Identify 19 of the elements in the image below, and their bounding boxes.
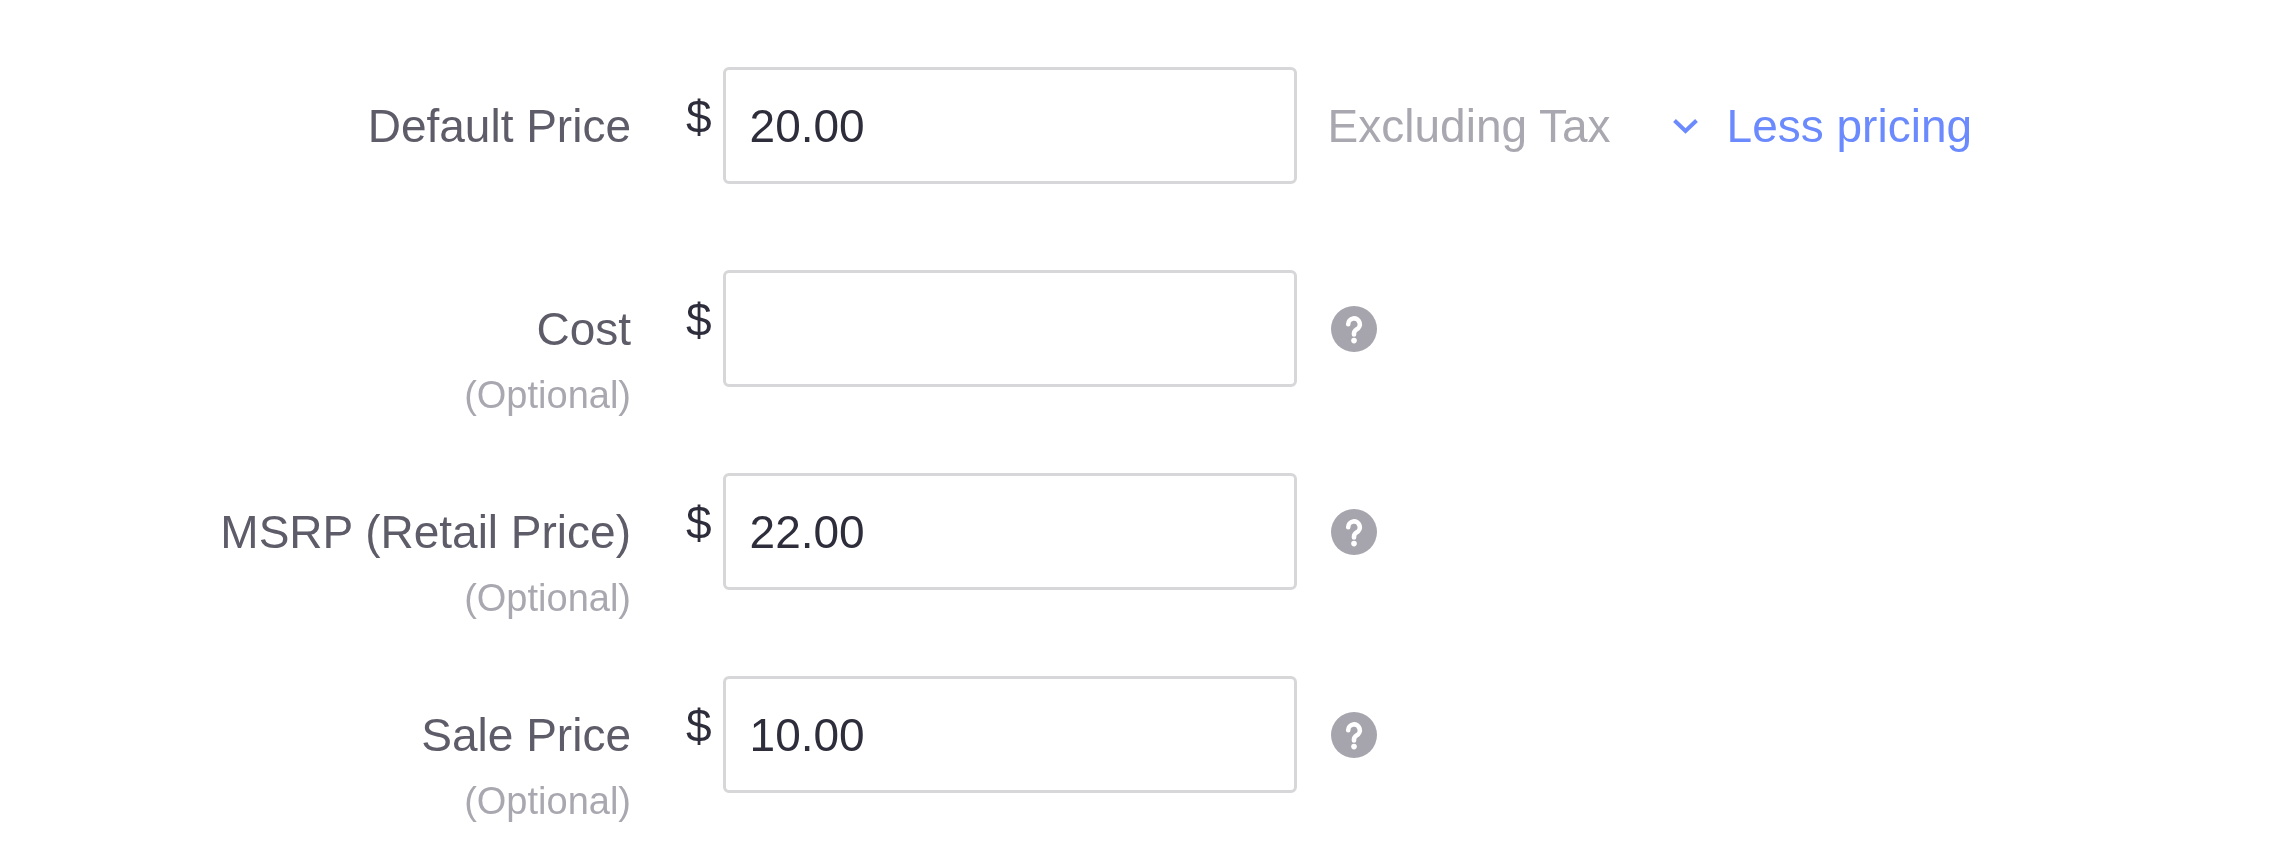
field-label: Default Price: [367, 99, 631, 154]
help-icon[interactable]: [1330, 305, 1377, 352]
price-input[interactable]: 20.00: [722, 67, 1297, 184]
field-label: MSRP (Retail Price): [220, 505, 631, 560]
field-label: Sale Price: [421, 708, 631, 763]
currency-symbol: $: [686, 293, 712, 348]
currency-symbol: $: [686, 699, 712, 754]
price-input[interactable]: 10.00: [722, 676, 1297, 793]
tax-note: Excluding Tax: [1327, 98, 1611, 154]
currency-symbol: $: [686, 496, 712, 551]
currency-symbol: $: [686, 90, 712, 145]
help-icon[interactable]: [1330, 711, 1377, 758]
price-input[interactable]: 22.00: [722, 473, 1297, 590]
optional-label: (Optional): [464, 576, 631, 620]
optional-label: (Optional): [464, 373, 631, 417]
field-label: Cost: [536, 302, 631, 357]
price-input[interactable]: [722, 270, 1297, 387]
help-icon[interactable]: [1330, 508, 1377, 555]
optional-label: (Optional): [464, 779, 631, 823]
